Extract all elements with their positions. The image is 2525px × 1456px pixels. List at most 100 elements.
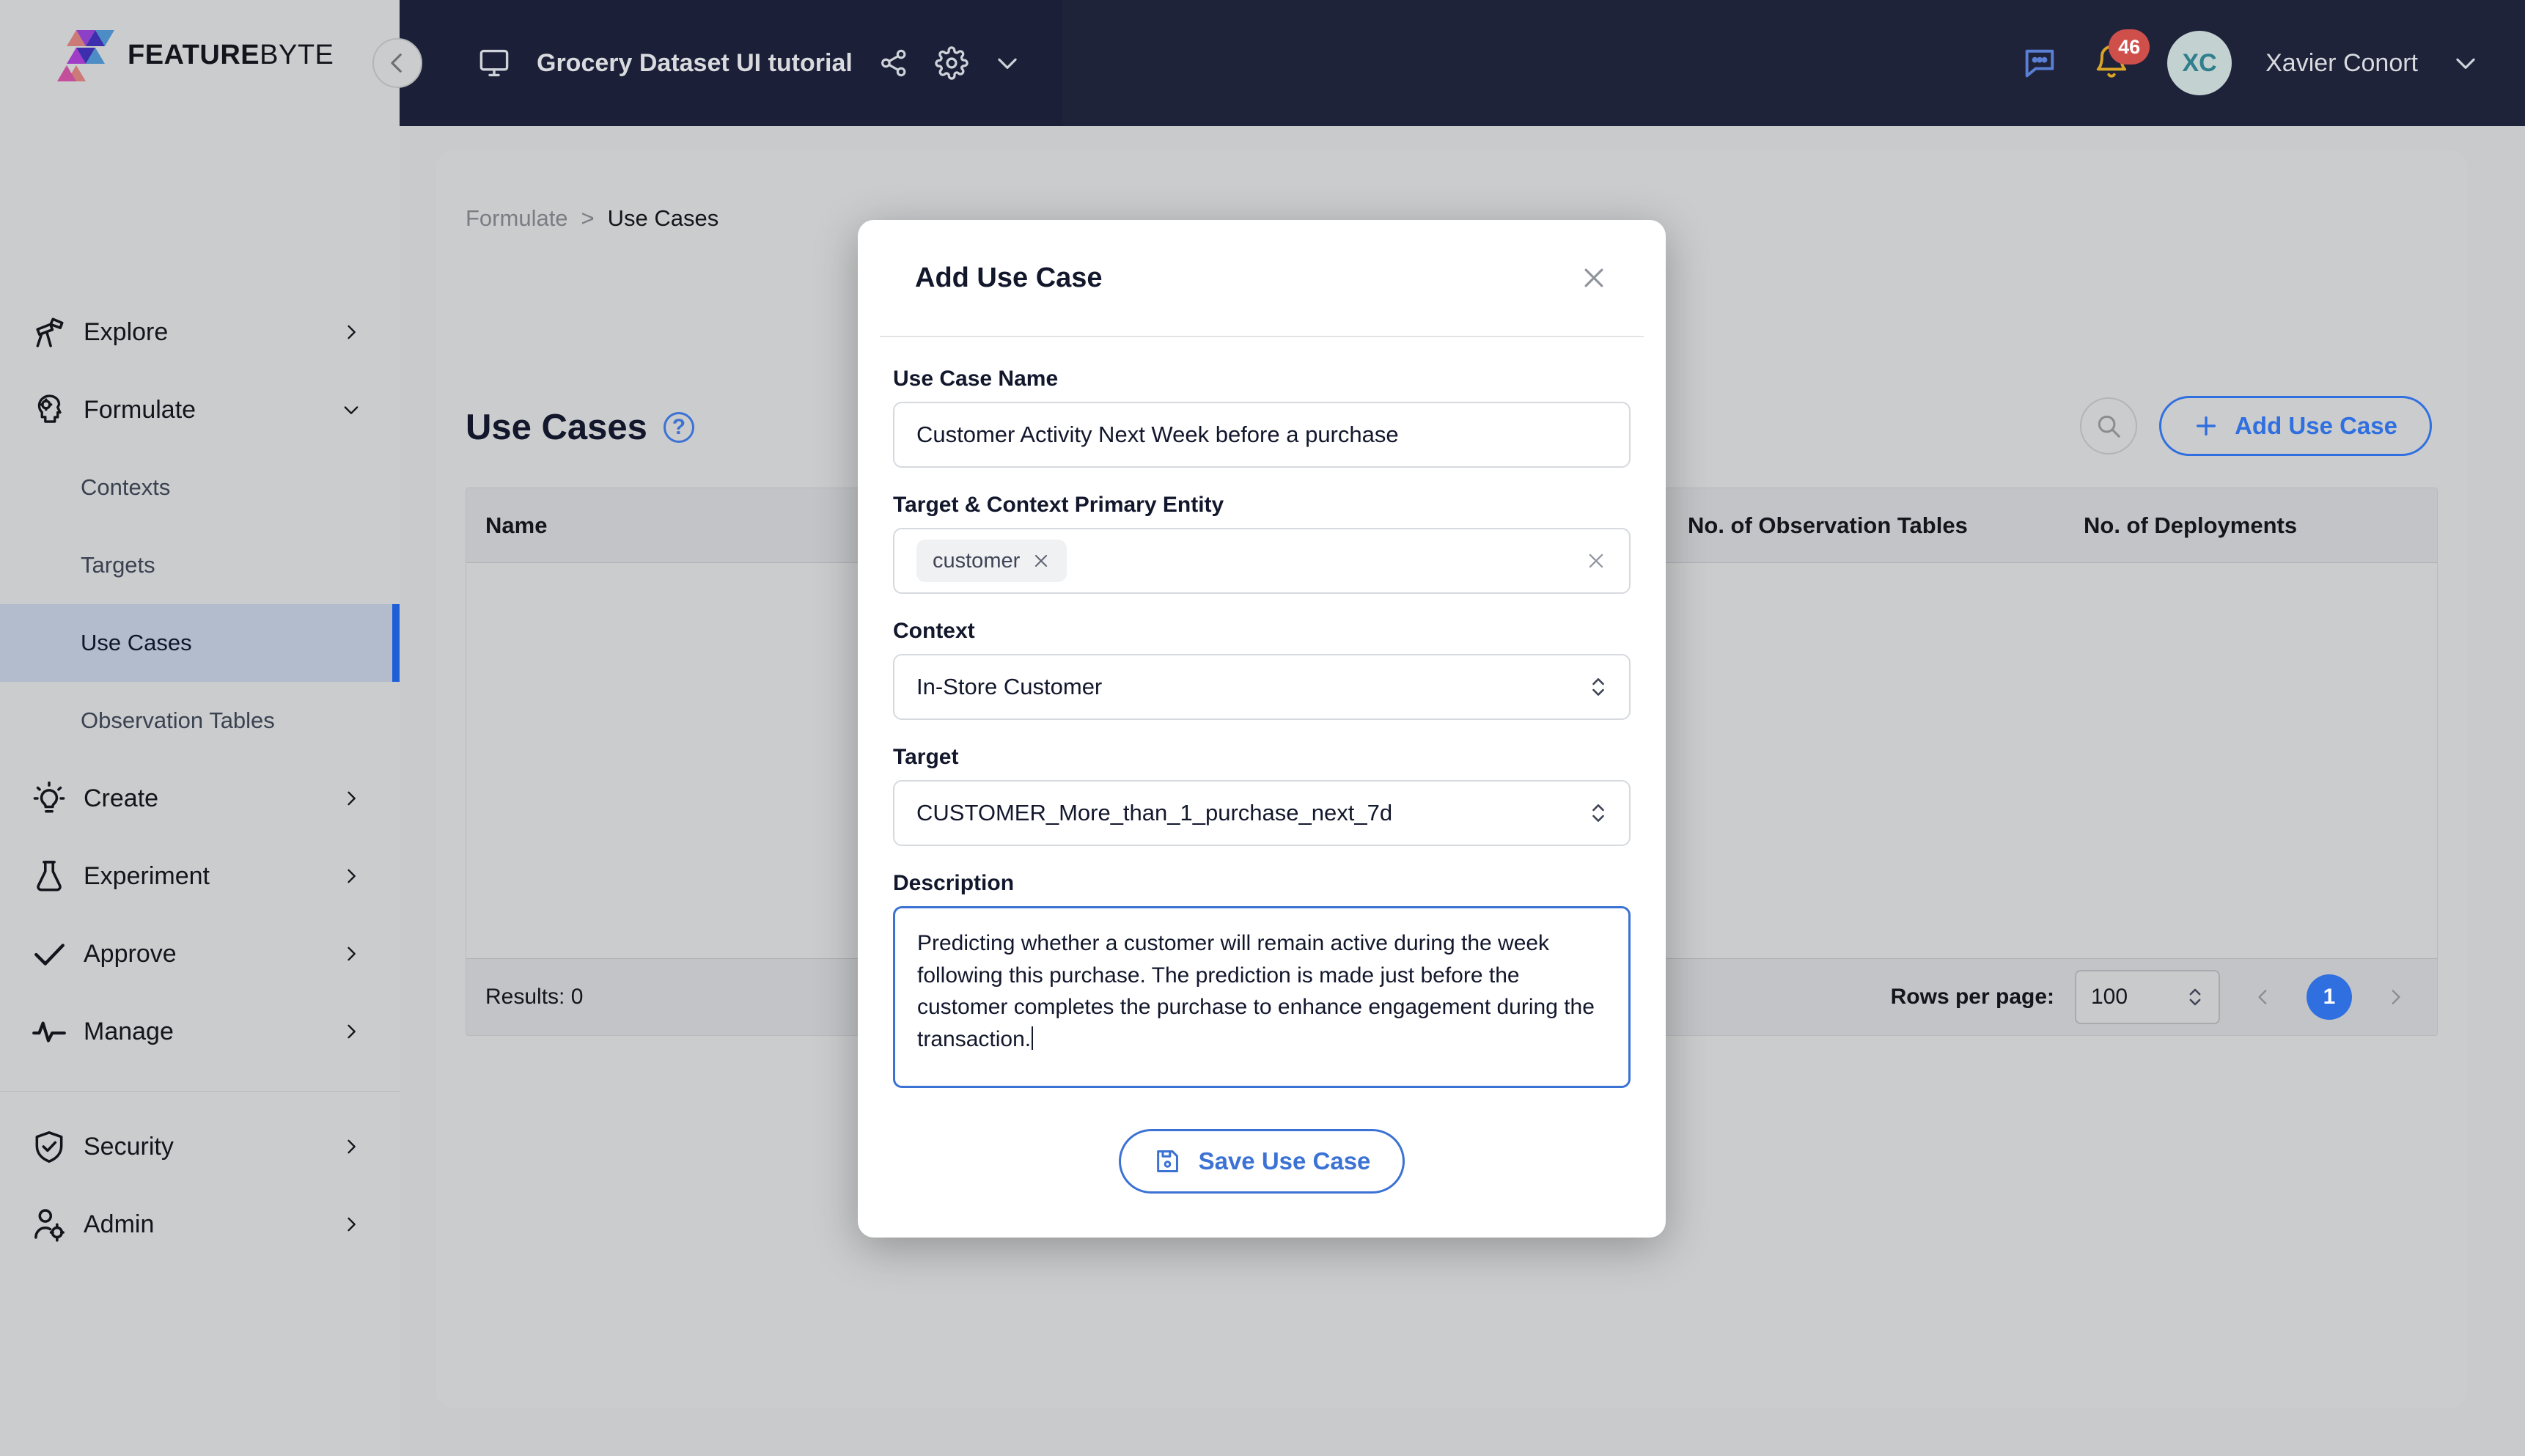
pagination-controls: Rows per page: 100 1 bbox=[1891, 970, 2418, 1024]
brand-logo[interactable]: FEATUREBYTE bbox=[57, 28, 334, 82]
sidebar-collapse-button[interactable] bbox=[372, 38, 422, 88]
pagination-page-1[interactable]: 1 bbox=[2307, 974, 2352, 1020]
field-use-case-name: Use Case Name Customer Activity Next Wee… bbox=[893, 367, 1631, 468]
table-column-deployments[interactable]: No. of Deployments bbox=[2065, 512, 2416, 539]
chevron-down-icon bbox=[341, 400, 361, 420]
context-select[interactable]: In-Store Customer bbox=[893, 654, 1631, 720]
chevron-up-down-icon bbox=[1589, 800, 1607, 826]
chat-bubble-icon[interactable] bbox=[2021, 44, 2059, 82]
sidebar-item-experiment[interactable]: Experiment bbox=[0, 837, 400, 915]
field-context: Context In-Store Customer bbox=[893, 619, 1631, 720]
close-icon[interactable] bbox=[1032, 551, 1051, 570]
sidebar-item-label: Create bbox=[84, 784, 159, 812]
chevron-right-icon bbox=[341, 1136, 361, 1157]
sidebar-item-contexts[interactable]: Contexts bbox=[0, 449, 400, 526]
sidebar-item-admin[interactable]: Admin bbox=[0, 1185, 400, 1263]
field-target: Target CUSTOMER_More_than_1_purchase_nex… bbox=[893, 745, 1631, 846]
sidebar-item-create[interactable]: Create bbox=[0, 760, 400, 837]
add-use-case-label: Add Use Case bbox=[2235, 412, 2397, 439]
chevron-up-down-icon bbox=[2186, 985, 2204, 1010]
add-use-case-modal: Add Use Case Use Case Name Customer Acti… bbox=[858, 220, 1666, 1238]
user-gear-icon bbox=[31, 1206, 72, 1243]
project-title: Grocery Dataset UI tutorial bbox=[537, 48, 853, 77]
entity-chip[interactable]: customer bbox=[916, 540, 1067, 582]
field-label: Use Case Name bbox=[893, 367, 1059, 391]
target-select[interactable]: CUSTOMER_More_than_1_purchase_next_7d bbox=[893, 780, 1631, 846]
sidebar-item-targets[interactable]: Targets bbox=[0, 526, 400, 604]
sidebar-item-label: Experiment bbox=[84, 861, 210, 890]
sidebar-item-label: Approve bbox=[84, 939, 177, 968]
check-icon bbox=[31, 935, 72, 972]
breadcrumb: Formulate > Use Cases bbox=[466, 205, 718, 232]
chevron-left-icon bbox=[385, 51, 410, 76]
sidebar-item-use-cases[interactable]: Use Cases bbox=[0, 604, 400, 682]
use-case-name-input[interactable]: Customer Activity Next Week before a pur… bbox=[893, 402, 1631, 468]
description-value: Predicting whether a customer will remai… bbox=[917, 931, 1595, 1051]
pagination-prev-button[interactable] bbox=[2241, 974, 2286, 1020]
field-primary-entity: Target & Context Primary Entity customer bbox=[893, 493, 1631, 594]
sidebar-item-security[interactable]: Security bbox=[0, 1108, 400, 1185]
plus-icon bbox=[2194, 413, 2219, 438]
app-root: FEATUREBYTE Explore Formulate Contexts T… bbox=[0, 0, 2525, 1456]
gear-icon[interactable] bbox=[935, 46, 969, 80]
chevron-right-icon bbox=[341, 944, 361, 964]
context-value: In-Store Customer bbox=[916, 674, 1103, 699]
sidebar-item-formulate[interactable]: Formulate bbox=[0, 371, 400, 449]
sidebar-item-label: Explore bbox=[84, 317, 169, 346]
modal-body: Use Case Name Customer Activity Next Wee… bbox=[858, 337, 1666, 1194]
sidebar-subitem-label: Observation Tables bbox=[81, 707, 275, 733]
page-title: Use Cases bbox=[466, 408, 647, 447]
rows-per-page-select[interactable]: 100 bbox=[2075, 970, 2220, 1024]
field-label: Description bbox=[893, 871, 1015, 895]
clear-entity-icon[interactable] bbox=[1585, 550, 1607, 572]
help-icon[interactable]: ? bbox=[663, 412, 694, 443]
field-description: Description Predicting whether a custome… bbox=[893, 871, 1631, 1088]
brand-name-light: BYTE bbox=[260, 39, 334, 70]
brand-name: FEATUREBYTE bbox=[128, 40, 334, 71]
target-value: CUSTOMER_More_than_1_purchase_next_7d bbox=[916, 800, 1393, 826]
search-button[interactable] bbox=[2080, 397, 2138, 455]
chevron-right-icon bbox=[341, 322, 361, 342]
sidebar-divider bbox=[0, 1091, 400, 1092]
sidebar-item-label: Admin bbox=[84, 1210, 155, 1238]
chevron-right-icon bbox=[341, 1214, 361, 1235]
modal-footer: Save Use Case bbox=[893, 1113, 1631, 1194]
lightbulb-icon bbox=[31, 780, 72, 817]
entity-chip-label: customer bbox=[933, 548, 1021, 573]
sidebar-subitem-label: Use Cases bbox=[81, 630, 192, 655]
top-bar: Grocery Dataset UI tutorial 46 XC Xavier… bbox=[400, 0, 2525, 126]
table-column-observation-tables[interactable]: No. of Observation Tables bbox=[1669, 512, 2065, 539]
chevron-up-down-icon bbox=[1589, 674, 1607, 700]
modal-header: Add Use Case bbox=[880, 220, 1644, 337]
user-name: Xavier Conort bbox=[2265, 48, 2418, 77]
notifications-button[interactable]: 46 bbox=[2092, 29, 2150, 85]
sidebar: FEATUREBYTE Explore Formulate Contexts T… bbox=[0, 0, 400, 1456]
sidebar-item-manage[interactable]: Manage bbox=[0, 993, 400, 1070]
close-icon[interactable] bbox=[1579, 263, 1609, 293]
sidebar-nav: Explore Formulate Contexts Targets Use C… bbox=[0, 293, 400, 1263]
brain-gear-icon bbox=[31, 391, 72, 428]
field-label: Context bbox=[893, 619, 975, 643]
sidebar-subitem-label: Contexts bbox=[81, 474, 171, 500]
avatar[interactable]: XC bbox=[2167, 31, 2232, 95]
notification-badge: 46 bbox=[2109, 29, 2150, 65]
field-label: Target bbox=[893, 745, 959, 769]
field-label: Target & Context Primary Entity bbox=[893, 493, 1224, 517]
project-selector[interactable]: Grocery Dataset UI tutorial bbox=[400, 0, 1062, 126]
primary-entity-input[interactable]: customer bbox=[893, 528, 1631, 594]
description-textarea[interactable]: Predicting whether a customer will remai… bbox=[893, 906, 1631, 1088]
pagination-next-button[interactable] bbox=[2373, 974, 2418, 1020]
chevron-down-icon[interactable] bbox=[2452, 49, 2480, 77]
modal-title: Add Use Case bbox=[915, 262, 1103, 293]
breadcrumb-parent[interactable]: Formulate bbox=[466, 205, 568, 232]
sidebar-item-explore[interactable]: Explore bbox=[0, 293, 400, 371]
add-use-case-button[interactable]: Add Use Case bbox=[2159, 396, 2432, 456]
share-icon[interactable] bbox=[878, 47, 910, 79]
search-icon bbox=[2095, 412, 2122, 440]
sidebar-item-approve[interactable]: Approve bbox=[0, 915, 400, 993]
chevron-down-icon[interactable] bbox=[993, 49, 1021, 77]
flask-icon bbox=[31, 858, 72, 894]
save-use-case-button[interactable]: Save Use Case bbox=[1118, 1129, 1405, 1194]
text-cursor bbox=[1032, 1026, 1034, 1050]
sidebar-item-observation-tables[interactable]: Observation Tables bbox=[0, 682, 400, 760]
